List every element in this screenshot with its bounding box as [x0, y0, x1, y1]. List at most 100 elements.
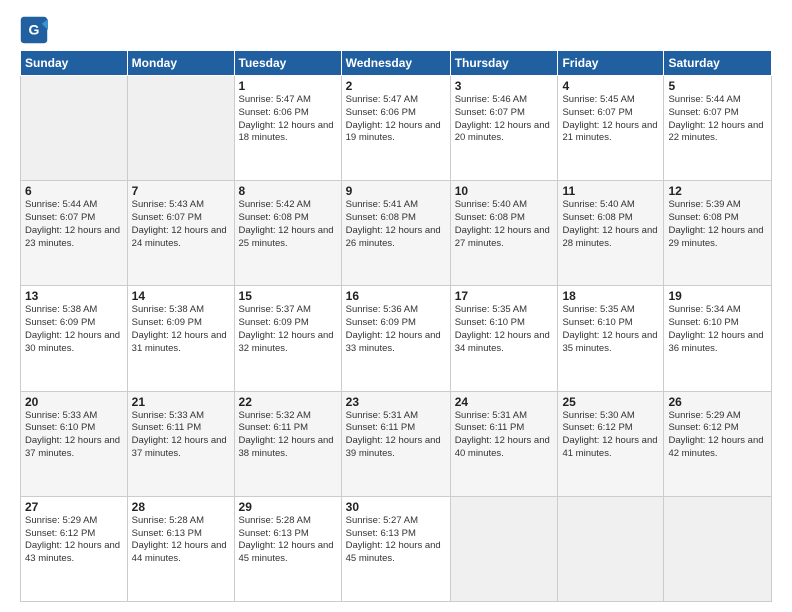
day-number: 25: [562, 395, 659, 409]
day-number: 3: [455, 79, 554, 93]
day-number: 22: [239, 395, 337, 409]
day-info: Sunrise: 5:37 AM Sunset: 6:09 PM Dayligh…: [239, 304, 337, 355]
day-number: 10: [455, 184, 554, 198]
day-cell: 25Sunrise: 5:30 AM Sunset: 6:12 PM Dayli…: [558, 391, 664, 496]
logo: G: [20, 16, 52, 44]
day-info: Sunrise: 5:45 AM Sunset: 6:07 PM Dayligh…: [562, 94, 659, 145]
svg-text:G: G: [29, 22, 40, 38]
day-cell: 10Sunrise: 5:40 AM Sunset: 6:08 PM Dayli…: [450, 181, 558, 286]
day-info: Sunrise: 5:40 AM Sunset: 6:08 PM Dayligh…: [562, 199, 659, 250]
day-number: 9: [346, 184, 446, 198]
calendar-body: 1Sunrise: 5:47 AM Sunset: 6:06 PM Daylig…: [21, 76, 772, 602]
day-cell: 13Sunrise: 5:38 AM Sunset: 6:09 PM Dayli…: [21, 286, 128, 391]
day-info: Sunrise: 5:42 AM Sunset: 6:08 PM Dayligh…: [239, 199, 337, 250]
day-cell: 12Sunrise: 5:39 AM Sunset: 6:08 PM Dayli…: [664, 181, 772, 286]
day-cell: 18Sunrise: 5:35 AM Sunset: 6:10 PM Dayli…: [558, 286, 664, 391]
weekday-header-monday: Monday: [127, 51, 234, 76]
day-number: 24: [455, 395, 554, 409]
day-number: 2: [346, 79, 446, 93]
day-cell: 24Sunrise: 5:31 AM Sunset: 6:11 PM Dayli…: [450, 391, 558, 496]
day-cell: [664, 496, 772, 601]
day-number: 20: [25, 395, 123, 409]
day-number: 4: [562, 79, 659, 93]
day-number: 11: [562, 184, 659, 198]
day-cell: 27Sunrise: 5:29 AM Sunset: 6:12 PM Dayli…: [21, 496, 128, 601]
day-cell: 1Sunrise: 5:47 AM Sunset: 6:06 PM Daylig…: [234, 76, 341, 181]
day-info: Sunrise: 5:32 AM Sunset: 6:11 PM Dayligh…: [239, 410, 337, 461]
day-info: Sunrise: 5:27 AM Sunset: 6:13 PM Dayligh…: [346, 515, 446, 566]
week-row-3: 13 Sunrise: 5:38 AM Sunset: 6:09 PM Dayli…: [21, 286, 772, 391]
day-number: 5: [668, 79, 767, 93]
day-info: Sunrise: 5:29 AM Sunset: 6:12 PM Dayligh…: [25, 515, 123, 566]
week-row-1: 1Sunrise: 5:47 AM Sunset: 6:06 PM Daylig…: [21, 76, 772, 181]
day-number: 18: [562, 289, 659, 303]
day-info: Sunrise: 5:38 AM Sunset: 6:09 PM Dayligh…: [132, 304, 230, 355]
day-info: Sunrise: 5:41 AM Sunset: 6:08 PM Dayligh…: [346, 199, 446, 250]
day-info: Sunrise: 5:44 AM Sunset: 6:07 PM Dayligh…: [25, 199, 123, 250]
day-info: Sunrise: 5:39 AM Sunset: 6:08 PM Dayligh…: [668, 199, 767, 250]
day-info: Sunrise: 5:43 AM Sunset: 6:07 PM Dayligh…: [132, 199, 230, 250]
day-info: Sunrise: 5:33 AM Sunset: 6:10 PM Dayligh…: [25, 410, 123, 461]
calendar-table: SundayMondayTuesdayWednesdayThursdayFrid…: [20, 50, 772, 602]
day-number: 7: [132, 184, 230, 198]
day-number: 6: [25, 184, 123, 198]
day-number: 17: [455, 289, 554, 303]
day-cell: 23Sunrise: 5:31 AM Sunset: 6:11 PM Dayli…: [341, 391, 450, 496]
day-info: Sunrise: 5:28 AM Sunset: 6:13 PM Dayligh…: [239, 515, 337, 566]
day-info: Sunrise: 5:34 AM Sunset: 6:10 PM Dayligh…: [668, 304, 767, 355]
weekday-header-friday: Friday: [558, 51, 664, 76]
day-number: 26: [668, 395, 767, 409]
week-row-4: 20Sunrise: 5:33 AM Sunset: 6:10 PM Dayli…: [21, 391, 772, 496]
day-info: Sunrise: 5:31 AM Sunset: 6:11 PM Dayligh…: [455, 410, 554, 461]
day-cell: 8Sunrise: 5:42 AM Sunset: 6:08 PM Daylig…: [234, 181, 341, 286]
header: G: [20, 16, 772, 44]
day-info: Sunrise: 5:44 AM Sunset: 6:07 PM Dayligh…: [668, 94, 767, 145]
day-number: 21: [132, 395, 230, 409]
day-cell: [558, 496, 664, 601]
weekday-header-wednesday: Wednesday: [341, 51, 450, 76]
day-number: 19: [668, 289, 767, 303]
day-number: 27: [25, 500, 123, 514]
day-number: 30: [346, 500, 446, 514]
day-cell: 9Sunrise: 5:41 AM Sunset: 6:08 PM Daylig…: [341, 181, 450, 286]
day-cell: 28Sunrise: 5:28 AM Sunset: 6:13 PM Dayli…: [127, 496, 234, 601]
day-cell: 3Sunrise: 5:46 AM Sunset: 6:07 PM Daylig…: [450, 76, 558, 181]
day-cell: 5Sunrise: 5:44 AM Sunset: 6:07 PM Daylig…: [664, 76, 772, 181]
weekday-header-tuesday: Tuesday: [234, 51, 341, 76]
day-info: Sunrise: 5:40 AM Sunset: 6:08 PM Dayligh…: [455, 199, 554, 250]
day-number: 12: [668, 184, 767, 198]
day-cell: 29Sunrise: 5:28 AM Sunset: 6:13 PM Dayli…: [234, 496, 341, 601]
day-number: 23: [346, 395, 446, 409]
day-number: 15: [239, 289, 337, 303]
logo-icon: G: [20, 16, 48, 44]
weekday-row: SundayMondayTuesdayWednesdayThursdayFrid…: [21, 51, 772, 76]
day-cell: [21, 76, 128, 181]
day-number: 8: [239, 184, 337, 198]
weekday-header-sunday: Sunday: [21, 51, 128, 76]
day-cell: 16Sunrise: 5:36 AM Sunset: 6:09 PM Dayli…: [341, 286, 450, 391]
day-cell: 4Sunrise: 5:45 AM Sunset: 6:07 PM Daylig…: [558, 76, 664, 181]
day-cell: 17Sunrise: 5:35 AM Sunset: 6:10 PM Dayli…: [450, 286, 558, 391]
day-number: 28: [132, 500, 230, 514]
day-cell: 21Sunrise: 5:33 AM Sunset: 6:11 PM Dayli…: [127, 391, 234, 496]
day-cell: 30Sunrise: 5:27 AM Sunset: 6:13 PM Dayli…: [341, 496, 450, 601]
day-info: Sunrise: 5:29 AM Sunset: 6:12 PM Dayligh…: [668, 410, 767, 461]
day-cell: 6Sunrise: 5:44 AM Sunset: 6:07 PM Daylig…: [21, 181, 128, 286]
day-cell: 2Sunrise: 5:47 AM Sunset: 6:06 PM Daylig…: [341, 76, 450, 181]
weekday-header-saturday: Saturday: [664, 51, 772, 76]
day-number: 16: [346, 289, 446, 303]
day-cell: [450, 496, 558, 601]
weekday-header-thursday: Thursday: [450, 51, 558, 76]
day-info: Sunrise: 5:46 AM Sunset: 6:07 PM Dayligh…: [455, 94, 554, 145]
page: G SundayMondayTuesdayWednesdayThursdayFr…: [0, 0, 792, 612]
day-cell: 20Sunrise: 5:33 AM Sunset: 6:10 PM Dayli…: [21, 391, 128, 496]
day-number: 1: [239, 79, 337, 93]
day-cell: 26Sunrise: 5:29 AM Sunset: 6:12 PM Dayli…: [664, 391, 772, 496]
day-info: Sunrise: 5:35 AM Sunset: 6:10 PM Dayligh…: [562, 304, 659, 355]
day-info: Sunrise: 5:30 AM Sunset: 6:12 PM Dayligh…: [562, 410, 659, 461]
day-number: 13: [25, 289, 123, 303]
day-cell: 14Sunrise: 5:38 AM Sunset: 6:09 PM Dayli…: [127, 286, 234, 391]
day-cell: 11Sunrise: 5:40 AM Sunset: 6:08 PM Dayli…: [558, 181, 664, 286]
day-info: Sunrise: 5:35 AM Sunset: 6:10 PM Dayligh…: [455, 304, 554, 355]
day-cell: 22Sunrise: 5:32 AM Sunset: 6:11 PM Dayli…: [234, 391, 341, 496]
